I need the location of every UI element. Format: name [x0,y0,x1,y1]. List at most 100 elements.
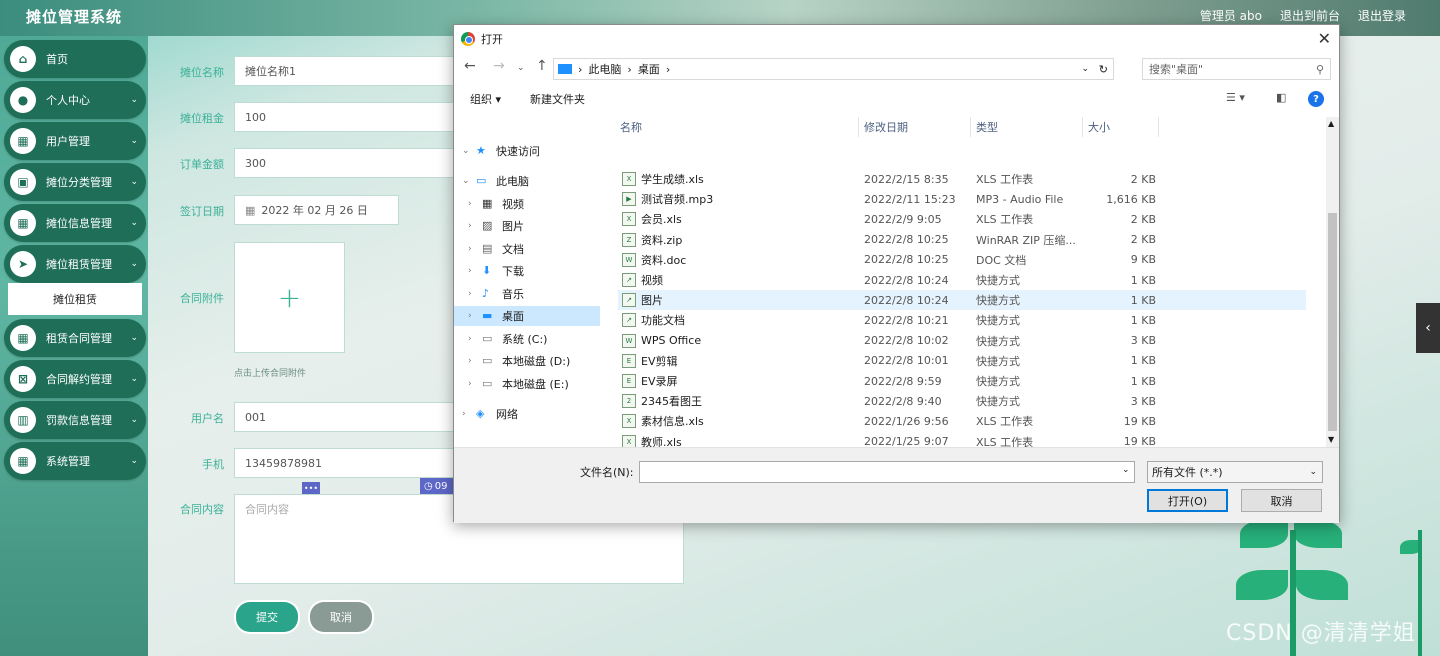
refresh-icon[interactable]: ↻ [1099,63,1108,76]
breadcrumb-desktop[interactable]: 桌面 [638,61,660,77]
sidebar-item-0[interactable]: ⌂ 首页 [4,40,146,78]
view-options-icon[interactable]: ☰ ▾ [1226,91,1245,104]
sidebar-item-1[interactable]: ● 个人中心 ⌄ [4,81,146,119]
nav-tree-item[interactable]: › ▭ 系统 (C:) [454,329,600,349]
file-row[interactable]: E EV剪辑 2022/2/8 10:01 快捷方式 1 KB [618,351,1306,371]
username-label: 用户名 [191,412,224,425]
vertical-scrollbar[interactable]: ▲ ▼ [1326,117,1339,447]
file-row[interactable]: W 资料.doc 2022/2/8 10:25 DOC 文档 9 KB [618,250,1306,270]
open-button[interactable]: 打开(O) [1147,489,1228,512]
search-input[interactable]: 搜索"桌面" ⚲ [1142,58,1331,80]
file-row[interactable]: X 学生成绩.xls 2022/2/15 8:35 XLS 工作表 2 KB [618,169,1306,189]
organize-menu[interactable]: 组织 ▾ [470,91,501,107]
nav-tree-item[interactable]: › ⬇ 下载 [454,261,600,281]
forward-icon[interactable]: → [493,58,505,74]
nav-tree-item[interactable]: › ▭ 本地磁盘 (D:) [454,351,600,371]
dialog-cancel-button[interactable]: 取消 [1241,489,1322,512]
stall-rent-input[interactable]: 100 [234,102,454,132]
back-icon[interactable]: ← [464,58,476,74]
file-row[interactable]: ↗ 视频 2022/2/8 10:24 快捷方式 1 KB [618,270,1306,290]
sidebar-item-8[interactable]: ▥ 罚款信息管理 ⌄ [4,401,146,439]
nav-tree-item[interactable]: › ♪ 音乐 [454,284,600,304]
preview-pane-icon[interactable]: ◧ [1276,91,1286,104]
nav-tree-item[interactable]: ⌄ ▭ 此电脑 [454,171,600,191]
file-name: W WPS Office [622,333,701,348]
chevron-right-icon[interactable]: › [468,334,482,344]
chevron-right-icon[interactable]: › [468,356,482,366]
chevron-right-icon[interactable]: › [468,221,482,231]
chevron-right-icon[interactable]: › [468,311,482,321]
file-row[interactable]: ↗ 图片 2022/2/8 10:24 快捷方式 1 KB [618,290,1306,311]
chevron-right-icon[interactable]: › [468,199,482,209]
chevron-down-icon[interactable]: ⌄ [1122,465,1130,475]
col-date[interactable]: 修改日期 [864,119,908,135]
recent-locations-icon[interactable]: ⌄ [517,63,525,73]
chevron-down-icon[interactable]: ⌄ [462,176,476,186]
file-row[interactable]: X 素材信息.xls 2022/1/26 9:56 XLS 工作表 19 KB [618,411,1306,431]
to-front-link[interactable]: 退出到前台 [1280,7,1340,24]
file-name-text: 测试音频.mp3 [641,193,714,207]
chevron-right-icon[interactable]: › [468,379,482,389]
sidebar-item-6[interactable]: ▦ 租赁合同管理 ⌄ [4,319,146,357]
new-folder-button[interactable]: 新建文件夹 [530,91,585,107]
file-row[interactable]: ↗ 功能文档 2022/2/8 10:21 快捷方式 1 KB [618,310,1306,330]
filename-input[interactable] [639,461,1135,483]
col-size[interactable]: 大小 [1088,119,1110,135]
plus-icon: + [277,281,302,314]
sidebar-item-4[interactable]: ▦ 摊位信息管理 ⌄ [4,204,146,242]
sign-date-input[interactable]: ▦ 2022 年 02 月 26 日 [234,195,399,225]
clock-chip-value: 09 [434,480,448,492]
stall-name-input[interactable]: 摊位名称1 [234,56,454,86]
col-name[interactable]: 名称 [620,119,642,135]
chevron-right-icon[interactable]: › [468,244,482,254]
chevron-right-icon[interactable]: › [462,409,476,419]
sidebar-item-9[interactable]: ▦ 系统管理 ⌄ [4,442,146,480]
chevron-down-icon[interactable]: ⌄ [1081,64,1089,74]
scroll-down-icon[interactable]: ▼ [1328,435,1334,444]
breadcrumb-pc[interactable]: 此电脑 [588,61,621,77]
file-row[interactable]: ▶ 测试音频.mp3 2022/2/11 15:23 MP3 - Audio File… [618,189,1306,209]
order-amount-input[interactable]: 300 [234,148,454,178]
nav-tree-item[interactable]: › ◈ 网络 [454,404,600,424]
help-icon[interactable]: ? [1308,91,1324,107]
address-bar[interactable]: › 此电脑 › 桌面 › ⌄ ↻ [553,58,1114,80]
nav-tree-item[interactable]: ⌄ ★ 快速访问 [454,141,600,161]
close-icon[interactable]: ✕ [1318,29,1331,48]
up-icon[interactable]: ↑ [536,58,548,74]
sidebar-item-7[interactable]: ⊠ 合同解约管理 ⌄ [4,360,146,398]
attachment-upload[interactable]: + [234,242,345,353]
chevron-down-icon[interactable]: ⌄ [462,146,476,156]
col-type[interactable]: 类型 [976,119,998,135]
nav-tree-item[interactable]: › ▬ 桌面 [454,306,600,326]
nav-tree-item[interactable]: › ▤ 文档 [454,239,600,259]
file-row[interactable]: X 会员.xls 2022/2/9 9:05 XLS 工作表 2 KB [618,209,1306,229]
logout-link[interactable]: 退出登录 [1358,7,1406,24]
file-row[interactable]: Z 资料.zip 2022/2/8 10:25 WinRAR ZIP 压缩... 2 K… [618,230,1306,250]
chevron-right-icon[interactable]: › [468,289,482,299]
sidebar-item-3[interactable]: ▣ 摊位分类管理 ⌄ [4,163,146,201]
desktop-icon: ▬ [482,309,493,322]
sidebar-subitem-stall-rent[interactable]: 摊位租赁 [8,283,142,315]
file-name: ↗ 功能文档 [622,312,685,328]
sidebar-item-5[interactable]: ➤ 摊位租赁管理 ⌄ [4,245,146,283]
sidebar-item-2[interactable]: ▦ 用户管理 ⌄ [4,122,146,160]
chevron-right-icon[interactable]: › [468,266,482,276]
submit-button[interactable]: 提交 [236,602,298,632]
filetype-select[interactable]: 所有文件 (*.*) ⌄ [1147,461,1323,483]
username-input[interactable]: 001 [234,402,454,432]
nav-tree-item[interactable]: › ▦ 视频 [454,194,600,214]
file-name: X 学生成绩.xls [622,171,704,187]
file-row[interactable]: E EV录屏 2022/2/8 9:59 快捷方式 1 KB [618,371,1306,391]
file-size: 2 KB [1130,212,1156,226]
scroll-thumb[interactable] [1328,213,1337,431]
nav-tree-item[interactable]: › ▭ 本地磁盘 (E:) [454,374,600,394]
cancel-button[interactable]: 取消 [310,602,372,632]
phone-input[interactable]: 13459878981 [234,448,454,478]
scroll-up-icon[interactable]: ▲ [1328,119,1334,128]
collapse-toggle[interactable]: ‹ [1416,303,1440,353]
file-row[interactable]: W WPS Office 2022/2/8 10:02 快捷方式 3 KB [618,331,1306,351]
file-row[interactable]: 2 2345看图王 2022/2/8 9:40 快捷方式 3 KB [618,391,1306,411]
nav-tree-item[interactable]: › ▨ 图片 [454,216,600,236]
music-icon: ♪ [482,287,490,300]
more-icon[interactable]: ••• [302,482,320,494]
